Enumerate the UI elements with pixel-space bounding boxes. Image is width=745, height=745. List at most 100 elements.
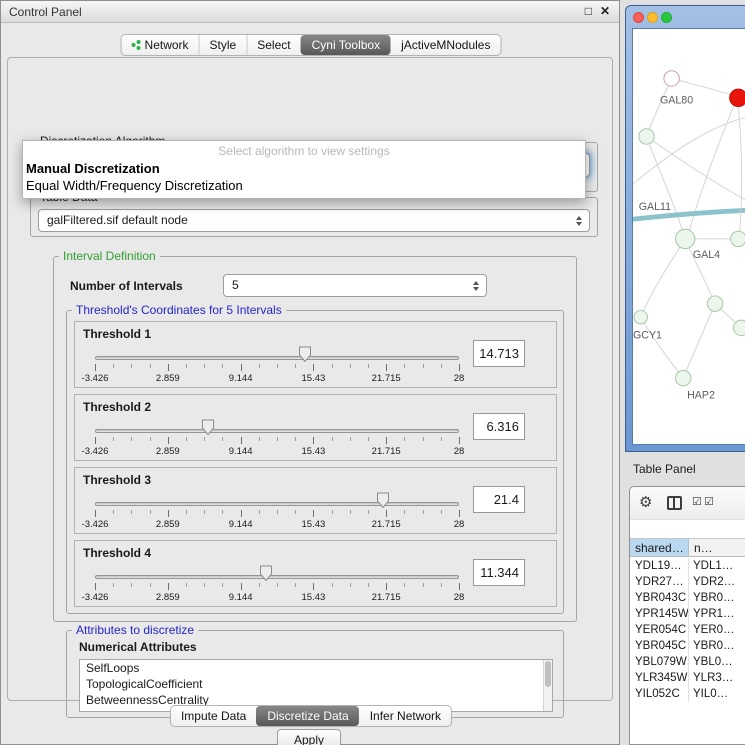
node-gcy1[interactable] [634,310,648,324]
cell-name[interactable]: YBL0… [689,654,745,670]
gear-icon[interactable]: ⚙ [639,493,652,511]
network-edge[interactable] [683,304,715,378]
cell-shared-name[interactable]: YDR27… [630,574,689,590]
cell-name[interactable]: YBR0… [689,638,745,654]
threshold-slider[interactable]: -3.4262.8599.14415.4321.71528 [95,563,459,605]
thresholds-group-label: Threshold's Coordinates for 5 Intervals [72,303,286,317]
attribute-item-selfloops[interactable]: SelfLoops [80,660,552,676]
tab-infer-network[interactable]: Infer Network [359,706,451,726]
table-row[interactable]: YER054CYER0… [630,622,745,638]
slider-track[interactable] [95,575,459,579]
slider-thumb[interactable] [376,492,390,509]
slider-thumb[interactable] [259,565,273,582]
apply-button[interactable]: Apply [277,729,341,745]
cell-shared-name[interactable]: YBR043C [630,590,689,606]
slider-track[interactable] [95,429,459,433]
cell-shared-name[interactable]: YBL079W [630,654,689,670]
slider-thumb[interactable] [201,419,215,436]
slider-track[interactable] [95,356,459,360]
table-row[interactable]: YBL079WYBL0… [630,654,745,670]
table-row[interactable]: YDL19…YDL1… [630,558,745,574]
attribute-item-topologicalcoefficient[interactable]: TopologicalCoefficient [80,676,552,692]
slider-track[interactable] [95,502,459,506]
scrollbar-thumb[interactable] [545,661,551,687]
network-canvas[interactable]: GAL80GAL11GAL4GCY1HAP2 [632,28,745,445]
node-b[interactable] [731,231,745,246]
node-red[interactable] [730,89,745,106]
node-hap2[interactable] [676,370,691,385]
network-edge[interactable] [647,136,686,238]
threshold-value-input[interactable]: 6.316 [473,413,525,440]
network-edge[interactable] [641,239,685,317]
threshold-panel-1: Threshold 1-3.4262.8599.14415.4321.71528… [74,321,557,388]
traffic-light-zoom-icon[interactable] [661,12,672,23]
checkbox-icon[interactable]: ☑ [692,495,702,508]
cell-name[interactable]: YDL1… [689,558,745,574]
threshold-slider[interactable]: -3.4262.8599.14415.4321.71528 [95,490,459,532]
tab-cyni-toolbox[interactable]: Cyni Toolbox [301,35,390,55]
close-icon[interactable]: ✕ [600,4,610,18]
traffic-light-close-icon[interactable] [633,12,644,23]
cell-name[interactable]: YIL0… [689,686,745,702]
scale-label: 15.43 [302,519,326,530]
tab-jactivemnodules[interactable]: jActiveMNodules [390,35,500,55]
node-a[interactable] [639,129,654,144]
slider-thumb[interactable] [298,346,312,363]
threshold-value-input[interactable]: 14.713 [473,340,525,367]
threshold-slider[interactable]: -3.4262.8599.14415.4321.71528 [95,417,459,459]
checkbox-icon[interactable]: ☑ [704,495,714,508]
combo-arrows-icon [473,281,479,291]
network-view-window: GAL80GAL11GAL4GCY1HAP2 [625,5,745,452]
column-header-shared[interactable]: shared… [630,539,689,556]
table-data-select[interactable]: galFiltered.sif default node [38,209,590,232]
table-row[interactable]: YLR345WYLR3… [630,670,745,686]
cell-name[interactable]: YBR0… [689,590,745,606]
cell-shared-name[interactable]: YIL052C [630,686,689,702]
tab-label: jActiveMNodules [401,38,490,52]
cell-name[interactable]: YDR2… [689,574,745,590]
algorithm-option-equal-width-frequency-discretization[interactable]: Equal Width/Frequency Discretization [23,177,585,194]
network-edge[interactable] [687,97,737,239]
cell-name[interactable]: YER0… [689,622,745,638]
cell-shared-name[interactable]: YPR145W [630,606,689,622]
threshold-value-input[interactable]: 11.344 [473,559,525,586]
network-edge[interactable] [647,78,672,136]
tab-impute-data[interactable]: Impute Data [171,706,256,726]
tick-mark [204,364,205,368]
tab-discretize-data[interactable]: Discretize Data [256,706,358,726]
cell-name[interactable]: YLR3… [689,670,745,686]
tab-network[interactable]: Network [122,35,199,55]
network-edge[interactable] [737,97,741,237]
network-edge[interactable] [641,317,684,378]
cell-shared-name[interactable]: YBR045C [630,638,689,654]
node-gal80[interactable] [664,71,679,86]
numerical-attributes-label: Numerical Attributes [79,640,197,654]
table-row[interactable]: YDR27…YDR2… [630,574,745,590]
table-row[interactable]: YIL052CYIL0… [630,686,745,702]
cell-shared-name[interactable]: YDL19… [630,558,689,574]
vertical-scrollbar[interactable] [543,660,552,711]
threshold-slider[interactable]: -3.4262.8599.14415.4321.71528 [95,344,459,386]
float-window-icon[interactable]: □ [585,4,592,18]
node-d[interactable] [734,320,745,335]
scale-label: 2.859 [156,592,180,603]
table-row[interactable]: YBR043CYBR0… [630,590,745,606]
table-row[interactable]: YBR045CYBR0… [630,638,745,654]
cell-shared-name[interactable]: YLR345W [630,670,689,686]
algorithm-option-manual-discretization[interactable]: Manual Discretization [23,160,585,177]
tick-mark [241,364,242,371]
tab-select[interactable]: Select [246,35,300,55]
tab-style[interactable]: Style [199,35,247,55]
column-header-n[interactable]: n… [689,539,745,556]
network-edge[interactable] [647,136,745,204]
columns-icon[interactable] [667,496,682,510]
node-gal4[interactable] [676,229,695,248]
cell-shared-name[interactable]: YER054C [630,622,689,638]
threshold-value-input[interactable]: 21.4 [473,486,525,513]
table-row[interactable]: YPR145WYPR1… [630,606,745,622]
number-of-intervals-select[interactable]: 5 [223,274,487,297]
node-c[interactable] [707,296,722,311]
cell-name[interactable]: YPR1… [689,606,745,622]
tick-mark [423,364,424,368]
traffic-light-minimize-icon[interactable] [647,12,658,23]
